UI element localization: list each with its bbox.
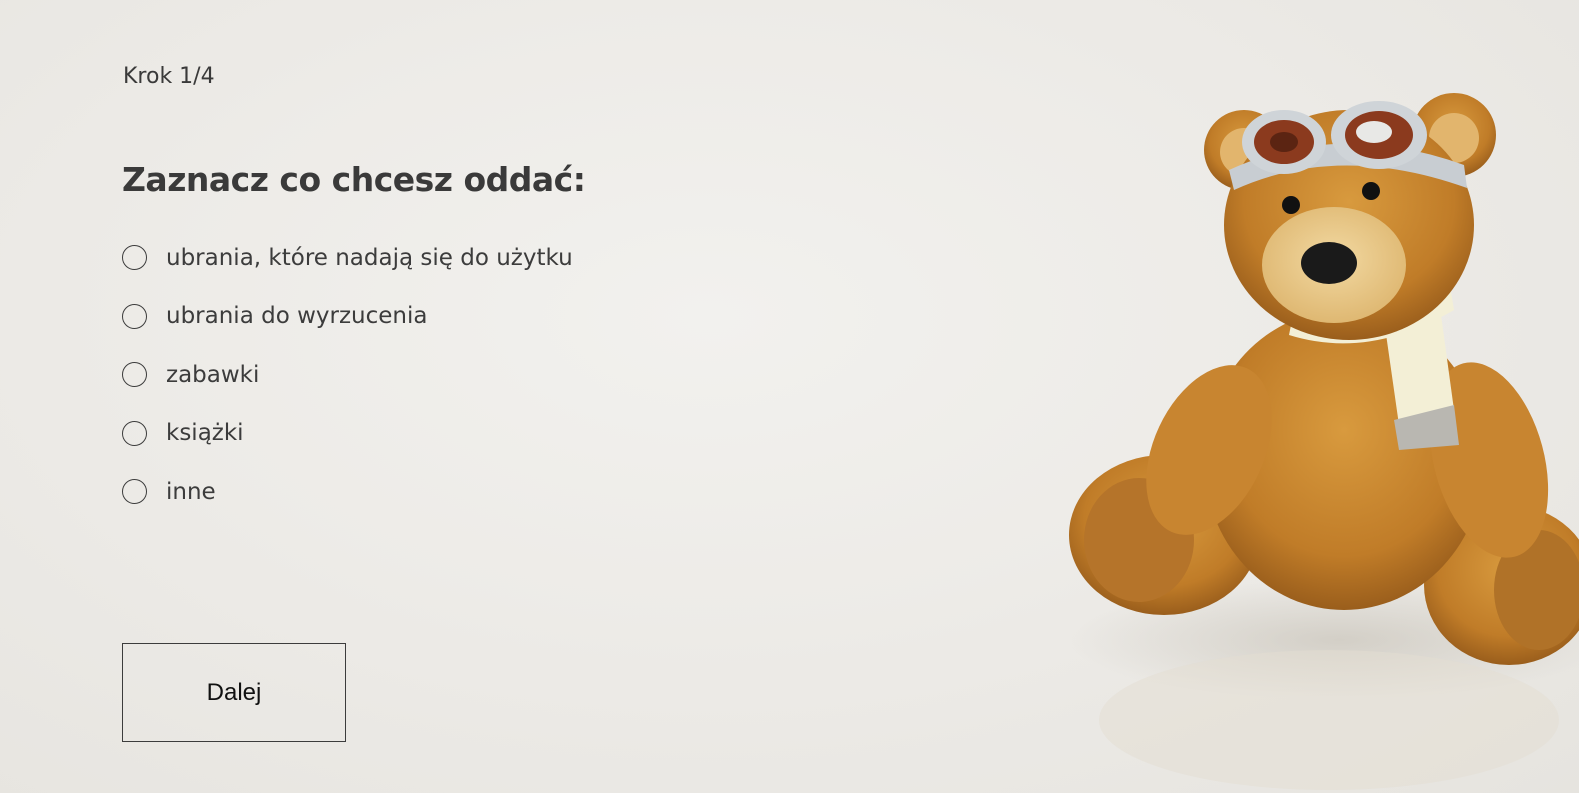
radio-button[interactable]	[122, 362, 147, 387]
option-label: inne	[166, 478, 216, 505]
radio-button[interactable]	[122, 303, 147, 329]
radio-button[interactable]	[122, 245, 147, 270]
option-label: książki	[166, 420, 244, 446]
radio-button[interactable]	[122, 420, 147, 446]
option-other[interactable]: inne	[122, 474, 573, 509]
radio-button[interactable]	[122, 479, 147, 504]
teddy-bear-image	[1069, 80, 1579, 793]
option-label: ubrania, które nadają się do użytku	[166, 244, 573, 271]
next-button[interactable]: Dalej	[122, 643, 346, 742]
option-clothes-discard[interactable]: ubrania do wyrzucenia	[122, 299, 573, 334]
option-label: zabawki	[166, 361, 260, 388]
option-books[interactable]: książki	[122, 416, 573, 451]
option-toys[interactable]: zabawki	[122, 357, 573, 392]
step-indicator: Krok 1/4	[123, 64, 215, 89]
option-clothes-usable[interactable]: ubrania, które nadają się do użytku	[122, 240, 573, 275]
options-list: ubrania, które nadają się do użytku ubra…	[122, 240, 573, 533]
option-label: ubrania do wyrzucenia	[166, 303, 428, 329]
form-title: Zaznacz co chcesz oddać:	[122, 160, 586, 199]
